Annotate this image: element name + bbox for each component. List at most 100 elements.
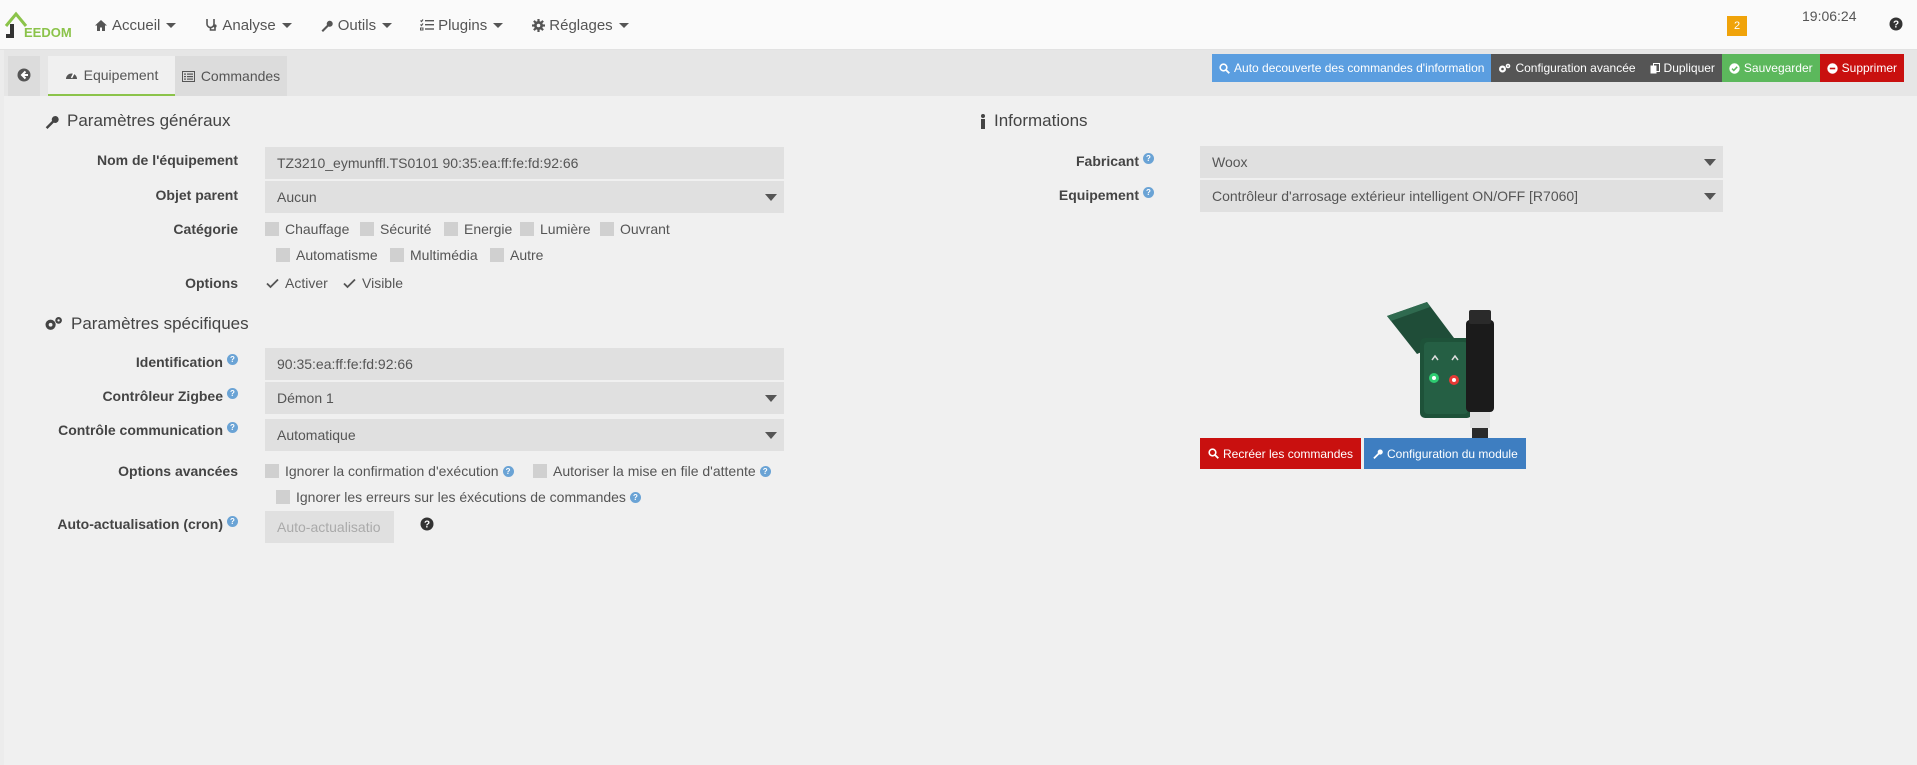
equipment-model-label-text: Equipement <box>1058 187 1139 203</box>
question-circle-icon[interactable]: ? <box>227 516 238 527</box>
option-activer-label: Activer <box>285 275 328 291</box>
category-securite-label: Sécurité <box>380 221 432 237</box>
zigbee-controller-label: Contrôleur Zigbee? <box>34 388 238 404</box>
checkbox[interactable] <box>265 222 279 236</box>
option-activer[interactable]: Activer <box>265 275 328 291</box>
parent-select[interactable]: Aucun <box>265 181 784 213</box>
question-circle-icon[interactable]: ? <box>759 465 771 477</box>
option-ignore-confirmation[interactable]: Ignorer la confirmation d'exécution? <box>265 463 514 479</box>
duplicate-label: Dupliquer <box>1663 61 1715 75</box>
menu-analyse[interactable]: Analyse <box>204 16 292 34</box>
category-automatisme[interactable]: Automatisme <box>276 247 378 263</box>
option-visible-label: Visible <box>362 275 403 291</box>
identification-field[interactable]: 90:35:ea:ff:fe:fd:92:66 <box>265 348 784 380</box>
info-icon <box>980 113 986 129</box>
top-navbar: EEDOM Accueil Analyse Outils Plugins Rég… <box>0 0 1917 50</box>
minus-circle-icon <box>1826 62 1838 74</box>
zigbee-controller-select[interactable]: Démon 1 <box>265 382 784 414</box>
duplicate-button[interactable]: Dupliquer <box>1642 54 1722 82</box>
advanced-config-button[interactable]: Configuration avancée <box>1491 54 1643 82</box>
name-field[interactable]: TZ3210_eymunffl.TS0101 90:35:ea:ff:fe:fd… <box>265 147 784 179</box>
question-circle-icon[interactable]: ? <box>1889 17 1903 31</box>
cogs-icon <box>44 316 63 332</box>
category-ouvrant[interactable]: Ouvrant <box>600 221 670 237</box>
delete-button[interactable]: Supprimer <box>1819 54 1904 82</box>
question-circle-icon[interactable]: ? <box>227 354 238 365</box>
general-params-title-text: Paramètres généraux <box>67 111 231 130</box>
question-circle-icon[interactable]: ? <box>629 491 641 503</box>
category-lumiere[interactable]: Lumière <box>520 221 591 237</box>
menu-plugins[interactable]: Plugins <box>420 17 504 34</box>
auto-discovery-button[interactable]: Auto decouverte des commandes d'informat… <box>1212 54 1492 82</box>
menu-outils[interactable]: Outils <box>320 16 393 34</box>
wrench-icon <box>44 114 59 129</box>
cron-input[interactable] <box>277 519 382 535</box>
cron-field[interactable] <box>265 511 394 543</box>
tab-back[interactable] <box>8 56 40 96</box>
checkbox[interactable] <box>444 222 458 236</box>
checkbox[interactable] <box>360 222 374 236</box>
checkbox[interactable] <box>276 490 290 504</box>
category-multimedia-label: Multimédia <box>410 247 478 263</box>
comm-control-select[interactable]: Automatique <box>265 419 784 451</box>
action-toolbar: Auto decouverte des commandes d'informat… <box>1212 54 1904 82</box>
arrow-circle-left-icon <box>17 68 31 85</box>
save-button[interactable]: Sauvegarder <box>1721 54 1820 82</box>
identification-value: 90:35:ea:ff:fe:fd:92:66 <box>277 356 413 372</box>
check-icon[interactable] <box>342 276 356 290</box>
tab-equipement[interactable]: Equipement <box>48 56 175 96</box>
manufacturer-select[interactable]: Woox <box>1200 146 1723 178</box>
equipment-model-label: Equipement? <box>904 187 1154 203</box>
svg-text:?: ? <box>424 520 430 531</box>
checkbox[interactable] <box>600 222 614 236</box>
parent-value: Aucun <box>277 189 317 205</box>
checkbox[interactable] <box>533 464 547 478</box>
menu-outils-label: Outils <box>337 16 377 34</box>
category-securite[interactable]: Sécurité <box>360 221 431 237</box>
comm-control-value: Automatique <box>277 427 356 443</box>
category-autre[interactable]: Autre <box>490 247 543 263</box>
checkbox[interactable] <box>390 248 404 262</box>
question-circle-icon[interactable]: ? <box>420 517 434 531</box>
tab-equipement-label: Equipement <box>83 67 159 83</box>
checkbox[interactable] <box>520 222 534 236</box>
option-ignore-errors[interactable]: Ignorer les erreurs sur les éxécutions d… <box>276 489 641 505</box>
module-config-button[interactable]: Configuration du module <box>1364 438 1526 469</box>
question-circle-icon[interactable]: ? <box>1143 187 1154 198</box>
identification-label: Identification? <box>34 354 238 370</box>
svg-text:?: ? <box>1893 20 1899 31</box>
category-multimedia[interactable]: Multimédia <box>390 247 478 263</box>
main-menu: Accueil Analyse Outils Plugins Réglages <box>94 0 657 50</box>
options-label: Options <box>185 275 238 291</box>
equipment-model-select[interactable]: Contrôleur d'arrosage extérieur intellig… <box>1200 180 1723 212</box>
recreate-commands-button[interactable]: Recréer les commandes <box>1200 438 1362 469</box>
menu-analyse-label: Analyse <box>222 16 276 34</box>
wrench-icon <box>1372 448 1383 459</box>
category-energie-label: Energie <box>464 221 513 237</box>
checkbox[interactable] <box>265 464 279 478</box>
option-visible[interactable]: Visible <box>342 275 403 291</box>
menu-reglages[interactable]: Réglages <box>531 16 629 34</box>
menu-accueil[interactable]: Accueil <box>94 17 177 34</box>
question-circle-icon[interactable]: ? <box>227 388 238 399</box>
option-ignore-confirmation-label: Ignorer la confirmation d'exécution <box>285 463 499 479</box>
category-energie[interactable]: Energie <box>444 221 512 237</box>
search-icon <box>1219 62 1230 74</box>
tab-commandes[interactable]: Commandes <box>175 56 287 96</box>
checkbox[interactable] <box>276 248 290 262</box>
category-chauffage[interactable]: Chauffage <box>265 221 349 237</box>
manufacturer-label: Fabricant? <box>904 153 1154 169</box>
menu-reglages-label: Réglages <box>549 16 613 34</box>
check-icon[interactable] <box>265 276 279 290</box>
device-image <box>1382 298 1512 458</box>
question-circle-icon[interactable]: ? <box>502 465 514 477</box>
home-icon <box>94 18 108 32</box>
option-allow-queue[interactable]: Autoriser la mise en file d'attente? <box>533 463 771 479</box>
jeedom-logo[interactable]: EEDOM <box>4 6 76 42</box>
notification-badge[interactable]: 2 <box>1727 16 1747 36</box>
checkbox[interactable] <box>490 248 504 262</box>
question-circle-icon[interactable]: ? <box>1143 153 1154 164</box>
question-circle-icon[interactable]: ? <box>227 422 238 433</box>
dashboard-icon <box>65 69 78 81</box>
equipment-model-value: Contrôleur d'arrosage extérieur intellig… <box>1212 188 1579 204</box>
